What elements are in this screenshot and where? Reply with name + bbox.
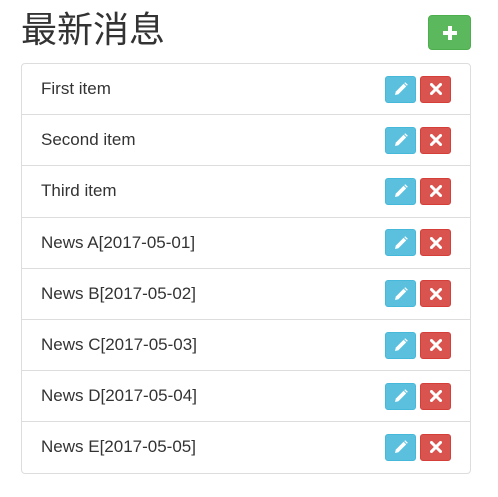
x-icon	[429, 134, 442, 147]
list-item-label: News C[2017-05-03]	[41, 335, 197, 355]
delete-button[interactable]	[420, 126, 451, 154]
edit-button[interactable]	[385, 126, 416, 154]
list-item-label: News D[2017-05-04]	[41, 386, 197, 406]
edit-button[interactable]	[385, 433, 416, 461]
pencil-icon	[394, 184, 408, 198]
pencil-icon	[394, 440, 408, 454]
x-icon	[429, 339, 442, 352]
pencil-icon	[394, 287, 408, 301]
x-icon	[429, 441, 442, 454]
pencil-icon	[394, 133, 408, 147]
list-item: News B[2017-05-02]	[22, 267, 470, 319]
page-title: 最新消息	[21, 10, 166, 51]
edit-button[interactable]	[385, 280, 416, 308]
x-icon	[429, 83, 442, 96]
list-item: Second item	[22, 114, 470, 165]
news-list: First item Second item Third item News A…	[21, 63, 471, 474]
pencil-icon	[394, 235, 408, 250]
delete-button[interactable]	[420, 433, 451, 461]
list-item-label: News E[2017-05-05]	[41, 437, 196, 457]
plus-icon	[442, 25, 457, 40]
edit-button[interactable]	[385, 229, 416, 257]
list-item: News C[2017-05-03]	[22, 318, 470, 370]
edit-button[interactable]	[385, 75, 416, 103]
delete-button[interactable]	[420, 280, 451, 308]
list-item-label: News B[2017-05-02]	[41, 283, 196, 303]
list-item-label: Second item	[41, 130, 136, 150]
pencil-icon	[394, 389, 408, 403]
x-icon	[429, 287, 442, 300]
delete-button[interactable]	[420, 229, 451, 257]
delete-button[interactable]	[420, 75, 451, 103]
list-item: News D[2017-05-04]	[22, 370, 470, 421]
x-icon	[429, 236, 442, 249]
delete-button[interactable]	[420, 331, 451, 359]
edit-button[interactable]	[385, 382, 416, 410]
edit-button[interactable]	[385, 177, 416, 205]
x-icon	[429, 390, 442, 403]
edit-button[interactable]	[385, 331, 416, 359]
list-item: First item	[22, 64, 470, 114]
delete-button[interactable]	[420, 382, 451, 410]
x-icon	[429, 185, 442, 198]
delete-button[interactable]	[420, 177, 451, 205]
list-item: News E[2017-05-05]	[22, 421, 470, 472]
list-item-label: Third item	[41, 181, 117, 201]
add-item-button[interactable]	[428, 15, 471, 50]
list-item: Third item	[22, 165, 470, 216]
list-item: News A[2017-05-01]	[22, 216, 470, 268]
list-item-label: First item	[41, 79, 111, 99]
pencil-icon	[394, 338, 408, 352]
list-item-label: News A[2017-05-01]	[41, 232, 196, 252]
pencil-icon	[394, 82, 408, 96]
